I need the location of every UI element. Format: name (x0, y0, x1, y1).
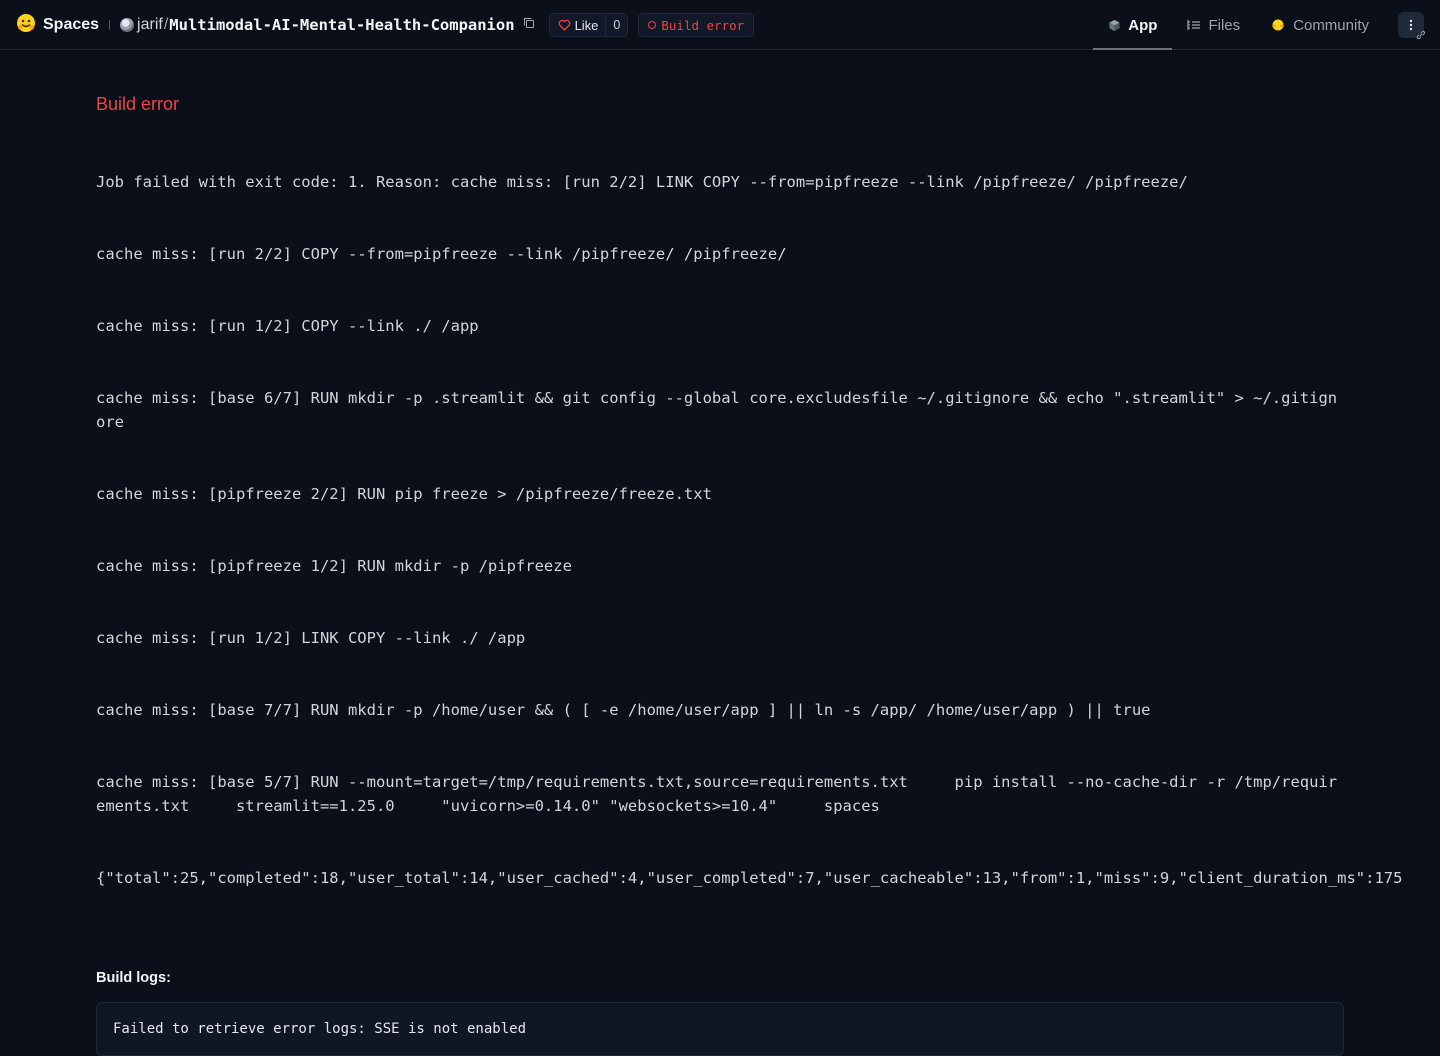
tab-community[interactable]: Community (1255, 0, 1384, 50)
build-logs-box: Failed to retrieve error logs: SSE is no… (96, 1002, 1344, 1056)
space-breadcrumb: Spaces jarif / Multimodal-AI-Mental-Heal… (16, 0, 755, 50)
link-icon (1416, 30, 1426, 40)
error-line: cache miss: [run 2/2] COPY --from=pipfre… (96, 245, 787, 263)
vertical-dots-icon (1409, 19, 1413, 31)
status-dot-icon (648, 21, 657, 29)
like-group: Like 0 (548, 13, 629, 37)
status-badge: Build error (638, 13, 755, 37)
tab-files[interactable]: Files (1172, 0, 1255, 50)
like-label: Like (574, 17, 599, 33)
error-line: cache miss: [run 1/2] COPY --link ./ /ap… (96, 317, 479, 335)
like-button[interactable]: Like (550, 14, 607, 36)
build-error-panel: Build error Job failed with exit code: 1… (96, 92, 1440, 1056)
heart-icon (558, 19, 570, 31)
tab-app-label: App (1128, 16, 1158, 34)
copy-icon[interactable] (515, 16, 549, 34)
error-line: cache miss: [pipfreeze 2/2] RUN pip free… (96, 485, 712, 503)
like-count[interactable]: 0 (606, 18, 627, 32)
cube-icon (1109, 19, 1120, 31)
tab-community-label: Community (1293, 16, 1369, 34)
repo-name-link[interactable]: Multimodal-AI-Mental-Health-Companion (169, 16, 514, 34)
error-line: cache miss: [base 6/7] RUN mkdir -p .str… (96, 389, 1338, 431)
space-tabs: App Files Community (1093, 0, 1426, 50)
tab-app[interactable]: App (1093, 0, 1173, 50)
error-message: Job failed with exit code: 1. Reason: ca… (96, 122, 1402, 938)
error-line: cache miss: [base 5/7] RUN --mount=targe… (96, 773, 1338, 815)
status-label: Build error (661, 17, 745, 33)
top-navbar: Spaces jarif / Multimodal-AI-Mental-Heal… (0, 0, 1440, 50)
divider (109, 20, 111, 30)
error-line: cache miss: [pipfreeze 1/2] RUN mkdir -p… (96, 557, 572, 575)
error-line: cache miss: [base 7/7] RUN mkdir -p /hom… (96, 701, 1151, 719)
error-json-line: {"total":25,"completed":18,"user_total":… (96, 869, 1403, 887)
error-title: Build error (96, 94, 180, 114)
avatar[interactable] (120, 18, 135, 32)
files-tree-icon (1187, 20, 1201, 30)
error-line: cache miss: [run 1/2] LINK COPY --link .… (96, 629, 526, 647)
community-icon (1272, 19, 1285, 31)
build-logs-label: Build logs: (96, 970, 171, 986)
huggingface-logo-icon[interactable] (16, 13, 43, 38)
tab-files-label: Files (1208, 16, 1241, 34)
path-separator: / (163, 16, 169, 33)
error-line: Job failed with exit code: 1. Reason: ca… (96, 173, 1188, 191)
owner-link[interactable]: jarif (137, 16, 163, 34)
build-logs-message: Failed to retrieve error logs: SSE is no… (113, 1021, 527, 1037)
more-options-button[interactable] (1398, 12, 1426, 40)
spaces-link[interactable]: Spaces (43, 16, 99, 34)
